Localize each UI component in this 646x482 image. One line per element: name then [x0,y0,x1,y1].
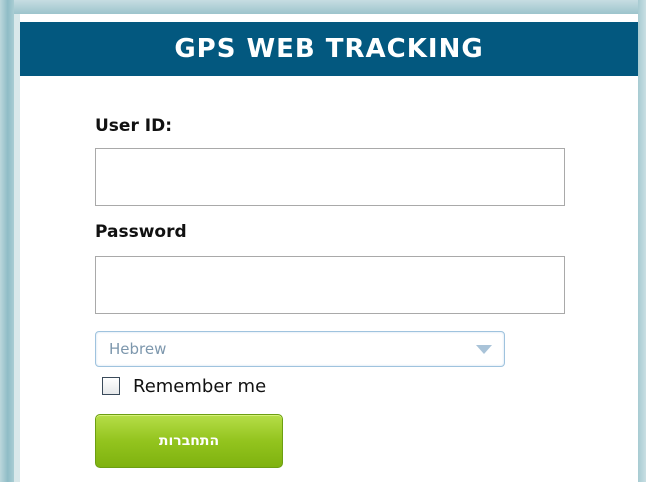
user-id-input[interactable] [95,148,565,206]
background-top-border [0,0,646,14]
password-label: Password [95,222,187,242]
background-right-border [638,0,646,482]
remember-me-row: Remember me [102,374,266,398]
remember-me-label[interactable]: Remember me [133,376,266,397]
password-input[interactable] [95,256,565,314]
remember-me-checkbox[interactable] [102,377,120,395]
language-select-value: Hebrew [109,340,167,358]
login-window: GPS WEB TRACKING User ID: Password Hebre… [0,0,646,482]
chevron-down-icon [476,345,492,354]
language-select[interactable]: Hebrew [95,331,505,367]
user-id-label: User ID: [95,116,172,136]
login-panel [14,14,638,482]
page-title: GPS WEB TRACKING [20,22,638,76]
login-button[interactable]: התחברות [95,414,283,468]
background-left-border [0,0,14,482]
